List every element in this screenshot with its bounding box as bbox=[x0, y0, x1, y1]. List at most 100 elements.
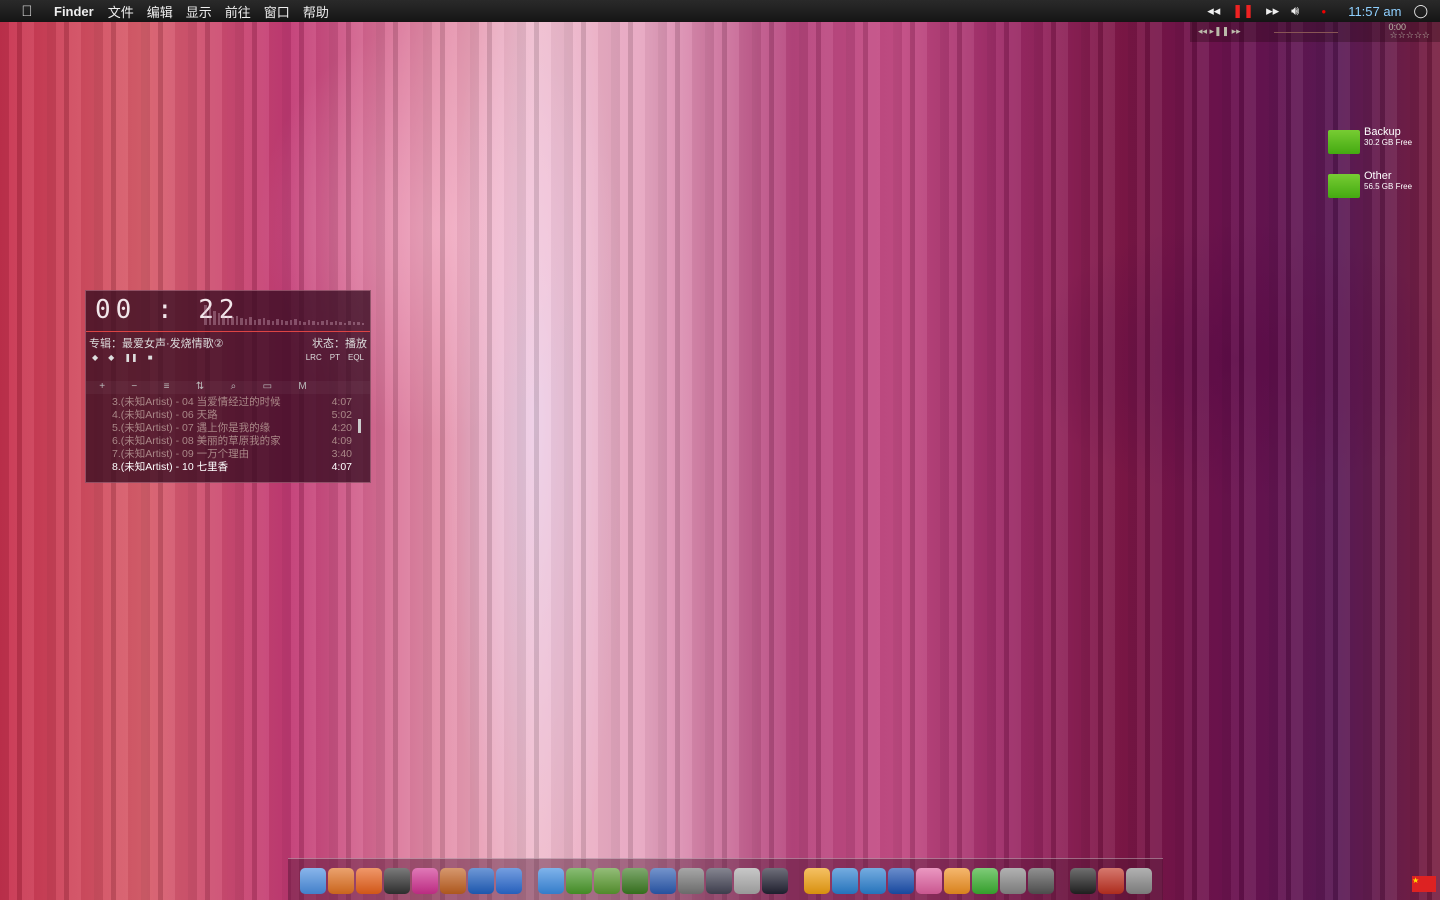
media-control-bar: ◂◂ ▸❚❚ ▸▸ 0:00 ☆☆☆☆☆ bbox=[1190, 22, 1440, 42]
stop-icon[interactable]: ■ bbox=[148, 353, 153, 362]
globe-icon[interactable] bbox=[538, 868, 564, 894]
playlist-row[interactable]: 5.(未知Artist) - 07 遇上你是我的缘 4:20 bbox=[112, 422, 352, 435]
download-icon[interactable] bbox=[972, 868, 998, 894]
sketch-blue-icon[interactable] bbox=[888, 868, 914, 894]
track-title: 5.(未知Artist) - 07 遇上你是我的缘 bbox=[112, 422, 271, 434]
screenshot-icon[interactable] bbox=[678, 868, 704, 894]
desktop-item-other[interactable]: Other 56.5 GB Free bbox=[1328, 170, 1438, 198]
eql-button[interactable]: EQL bbox=[348, 353, 364, 362]
menu-edit[interactable]: 编辑 bbox=[147, 2, 173, 21]
pause-icon[interactable]: ❚❚ bbox=[1232, 3, 1254, 19]
spectrum-bar bbox=[240, 318, 243, 325]
remove-icon[interactable]: − bbox=[131, 381, 137, 394]
playlist-row[interactable]: 6.(未知Artist) - 08 美丽的草原我的家 4:09 bbox=[112, 435, 352, 448]
usb-icon[interactable] bbox=[860, 868, 886, 894]
spectrum-bar bbox=[348, 321, 351, 325]
track-duration: 4:20 bbox=[331, 422, 352, 434]
pencil-orange-icon[interactable] bbox=[944, 868, 970, 894]
firefox-icon[interactable] bbox=[356, 868, 382, 894]
pt-button[interactable]: PT bbox=[330, 353, 340, 362]
spectrum-bar bbox=[285, 321, 288, 325]
china-flag-icon[interactable]: ★ bbox=[1412, 876, 1436, 892]
pause-icon[interactable]: ❚❚ bbox=[124, 353, 137, 362]
calendar-icon[interactable] bbox=[1098, 868, 1124, 894]
prev-icon[interactable]: ◂◂ ▸❚❚ ▸▸ bbox=[1198, 26, 1241, 37]
menu-file[interactable]: 文件 bbox=[108, 2, 134, 21]
next-icon[interactable]: ◆ bbox=[108, 353, 114, 362]
chart-icon[interactable] bbox=[650, 868, 676, 894]
rewind-icon[interactable]: ◂◂ bbox=[1207, 3, 1220, 19]
mode-icon[interactable]: M bbox=[298, 381, 306, 394]
apple-menu-icon[interactable]:  bbox=[0, 3, 54, 20]
menu-window[interactable]: 窗口 bbox=[264, 2, 290, 21]
spotlight-icon[interactable]: ◯ bbox=[1413, 3, 1428, 19]
folder-icon bbox=[1328, 130, 1360, 154]
drive-icon[interactable] bbox=[1126, 868, 1152, 894]
tasks-icon[interactable] bbox=[468, 868, 494, 894]
playlist: 3.(未知Artist) - 04 当爱情经过的时候 4:07 4.(未知Artis… bbox=[112, 396, 352, 474]
wifi-icon[interactable] bbox=[832, 868, 858, 894]
pen-pink-icon[interactable] bbox=[916, 868, 942, 894]
progress-slider[interactable] bbox=[1274, 32, 1338, 33]
fast-forward-icon[interactable]: ▸▸ bbox=[1266, 3, 1279, 19]
camera-green-icon[interactable] bbox=[594, 868, 620, 894]
spectrum-visualizer bbox=[204, 299, 364, 325]
spectrum-bar bbox=[213, 311, 216, 325]
track-title: 8.(未知Artist) - 10 七里香 bbox=[112, 461, 229, 473]
playlist-row[interactable]: 8.(未知Artist) - 10 七里香 4:07 bbox=[112, 461, 352, 474]
archive-icon[interactable] bbox=[328, 868, 354, 894]
spectrum-bar bbox=[316, 322, 319, 325]
spectrum-bar bbox=[267, 320, 270, 325]
spectrum-bar bbox=[303, 322, 306, 325]
status-label: 状态：播放 bbox=[312, 338, 367, 350]
clock-icon[interactable] bbox=[1070, 868, 1096, 894]
track-duration: 5:02 bbox=[331, 409, 352, 421]
spectrum-bar bbox=[258, 319, 261, 325]
menu-go[interactable]: 前往 bbox=[225, 2, 251, 21]
desktop-item-backup[interactable]: Backup 30.2 GB Free bbox=[1328, 126, 1438, 154]
finder-icon[interactable] bbox=[300, 868, 326, 894]
spectrum-bar bbox=[289, 320, 292, 325]
plant-icon[interactable] bbox=[622, 868, 648, 894]
menu-help[interactable]: 帮助 bbox=[303, 2, 329, 21]
spectrum-bar bbox=[249, 317, 252, 325]
drive-name: Other bbox=[1364, 170, 1392, 182]
sort-icon[interactable]: ⇅ bbox=[196, 381, 204, 394]
volume-icon[interactable]: 🔊︎ bbox=[1291, 3, 1299, 19]
iphoto-icon[interactable] bbox=[440, 868, 466, 894]
playlist-row[interactable]: 4.(未知Artist) - 06 天路 5:02 bbox=[112, 409, 352, 422]
spectrum-bar bbox=[361, 323, 364, 325]
spectrum-bar bbox=[226, 316, 229, 325]
list-icon[interactable]: ≡ bbox=[164, 381, 170, 394]
spectrum-bar bbox=[204, 305, 207, 325]
track-title: 4.(未知Artist) - 06 天路 bbox=[112, 409, 218, 421]
search-icon[interactable]: ⌕ bbox=[231, 381, 237, 394]
itunes-icon[interactable] bbox=[412, 868, 438, 894]
system-prefs-icon[interactable] bbox=[1028, 868, 1054, 894]
track-title: 6.(未知Artist) - 08 美丽的草原我的家 bbox=[112, 435, 281, 447]
menubar-clock[interactable]: 11:57 am bbox=[1348, 4, 1401, 19]
info-icon[interactable] bbox=[496, 868, 522, 894]
playlist-row[interactable]: 3.(未知Artist) - 04 当爱情经过的时候 4:07 bbox=[112, 396, 352, 409]
firewire-icon[interactable] bbox=[804, 868, 830, 894]
previous-icon[interactable]: ◆ bbox=[92, 353, 98, 362]
lrc-button[interactable]: LRC bbox=[306, 353, 322, 362]
record-indicator-icon[interactable]: ● bbox=[1321, 7, 1326, 16]
rating-stars[interactable]: ☆☆☆☆☆ bbox=[1390, 30, 1430, 41]
calculator-icon[interactable] bbox=[1000, 868, 1026, 894]
spectrum-bar bbox=[339, 322, 342, 325]
spectrum-bar bbox=[321, 321, 324, 325]
playlist-scrollbar[interactable] bbox=[358, 419, 361, 433]
menu-view[interactable]: 显示 bbox=[186, 2, 212, 21]
quicktime-icon[interactable] bbox=[762, 868, 788, 894]
folder-icon[interactable]: ▭ bbox=[263, 381, 272, 394]
add-icon[interactable]: + bbox=[99, 381, 105, 394]
dock bbox=[288, 858, 1163, 900]
drive-free: 30.2 GB Free bbox=[1364, 138, 1413, 147]
tuxedo-icon[interactable] bbox=[384, 868, 410, 894]
playlist-row[interactable]: 7.(未知Artist) - 09 一万个理由 3:40 bbox=[112, 448, 352, 461]
app-menu[interactable]: Finder bbox=[54, 4, 94, 19]
remote-icon[interactable] bbox=[734, 868, 760, 894]
leaf-icon[interactable] bbox=[566, 868, 592, 894]
hammer-icon[interactable] bbox=[706, 868, 732, 894]
